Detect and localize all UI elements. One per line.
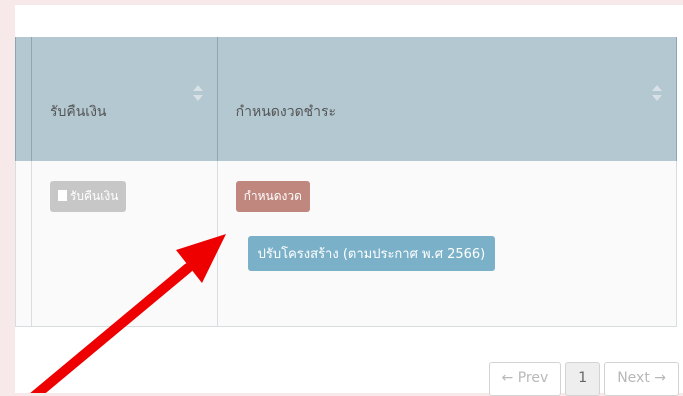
- restructure-button[interactable]: ปรับโครงสร้าง (ตามประกาศ พ.ศ 2566): [247, 236, 496, 271]
- document-icon: [57, 190, 67, 201]
- column-header-refund[interactable]: รับคืนเงิน: [31, 37, 218, 161]
- sort-icon[interactable]: [652, 85, 662, 105]
- schedule-installment-button[interactable]: กำหนดงวด: [235, 181, 310, 212]
- table-cell-cut: [15, 161, 32, 327]
- column-header-installment[interactable]: กำหนดงวดชำระ: [217, 37, 678, 161]
- column-header-label: กำหนดงวดชำระ: [235, 104, 337, 120]
- pagination: ← Prev 1 Next →: [488, 362, 679, 396]
- data-table: รับคืนเงิน กำหนดงวดชำระ รับคืนเงิน กำหนด…: [15, 37, 678, 327]
- column-header-label: รับคืนเงิน: [49, 104, 107, 120]
- table-row: รับคืนเงิน กำหนดงวด ปรับโครงสร้าง (ตามปร…: [15, 161, 678, 327]
- sort-icon[interactable]: [192, 85, 203, 105]
- table-header-cut: [15, 37, 32, 161]
- refund-button-label: รับคืนเงิน: [69, 189, 119, 203]
- prev-page-button[interactable]: ← Prev: [488, 362, 562, 396]
- page-1-button[interactable]: 1: [565, 362, 601, 396]
- table-cell-refund: รับคืนเงิน: [31, 161, 218, 327]
- table-cell-installment: กำหนดงวด ปรับโครงสร้าง (ตามประกาศ พ.ศ 25…: [217, 161, 678, 327]
- refund-button[interactable]: รับคืนเงิน: [49, 181, 127, 212]
- next-page-button[interactable]: Next →: [604, 362, 679, 396]
- table-header-row: รับคืนเงิน กำหนดงวดชำระ: [15, 37, 678, 161]
